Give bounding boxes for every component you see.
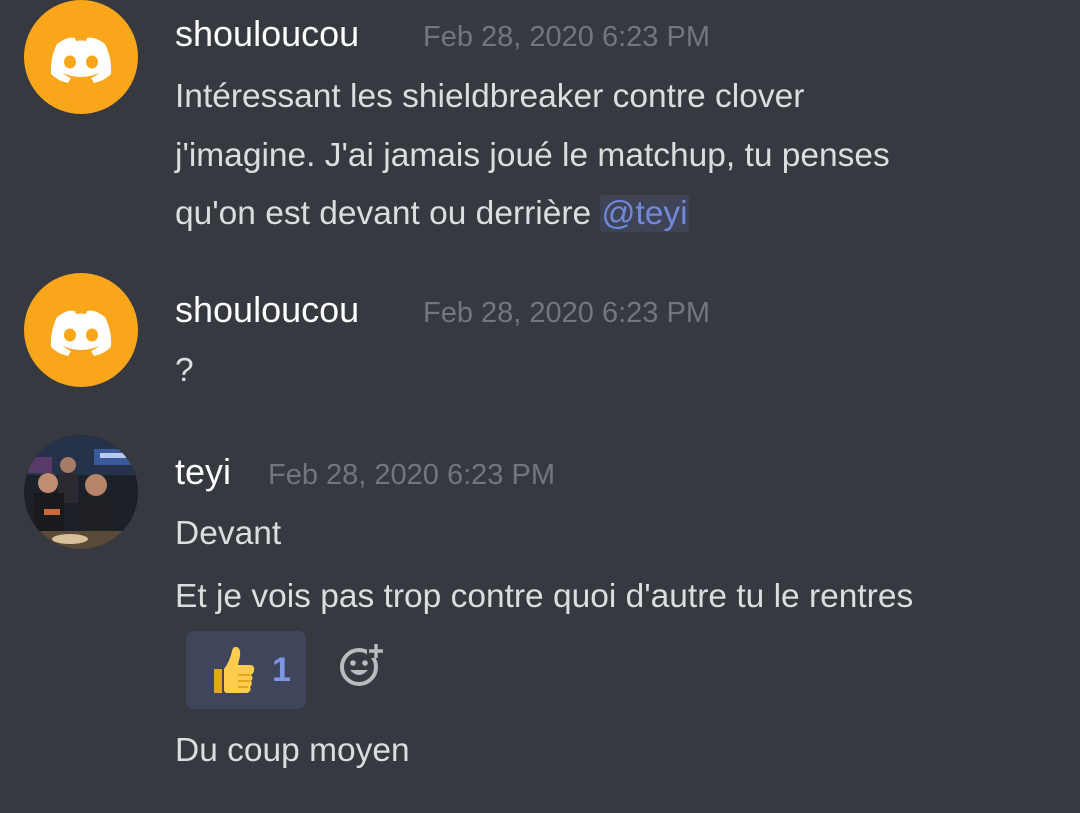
add-reaction-button[interactable] — [338, 640, 388, 690]
message-text: Et je vois pas trop contre quoi d'autre … — [175, 578, 914, 615]
username[interactable]: shouloucou — [175, 13, 359, 55]
user-photo-avatar — [24, 435, 138, 549]
username[interactable]: shouloucou — [175, 289, 359, 331]
message-text: ? — [175, 352, 194, 389]
message-text: qu'on est devant ou derrière @teyi — [175, 193, 689, 235]
message-text-segment: qu'on est devant ou derrière — [175, 195, 601, 232]
message-text: j'imagine. J'ai jamais joué le matchup, … — [175, 137, 890, 174]
message-text: Intéressant les shieldbreaker contre clo… — [175, 78, 805, 115]
add-reaction-icon — [340, 644, 384, 686]
message-text: Devant — [175, 515, 282, 552]
discord-logo-icon — [50, 310, 112, 356]
timestamp: Feb 28, 2020 6:23 PM — [268, 459, 555, 491]
message-text: Du coup moyen — [175, 732, 410, 769]
reaction-button[interactable]: 1 — [186, 631, 306, 709]
discord-logo-icon — [50, 37, 112, 83]
timestamp: Feb 28, 2020 6:23 PM — [423, 297, 710, 329]
timestamp: Feb 28, 2020 6:23 PM — [423, 21, 710, 53]
thumbs-up-icon — [214, 646, 255, 693]
avatar[interactable] — [24, 0, 138, 114]
user-mention[interactable]: @teyi — [600, 195, 689, 232]
username[interactable]: teyi — [175, 451, 231, 493]
avatar[interactable] — [24, 435, 138, 549]
avatar[interactable] — [24, 273, 138, 387]
reaction-count: 1 — [272, 651, 291, 689]
